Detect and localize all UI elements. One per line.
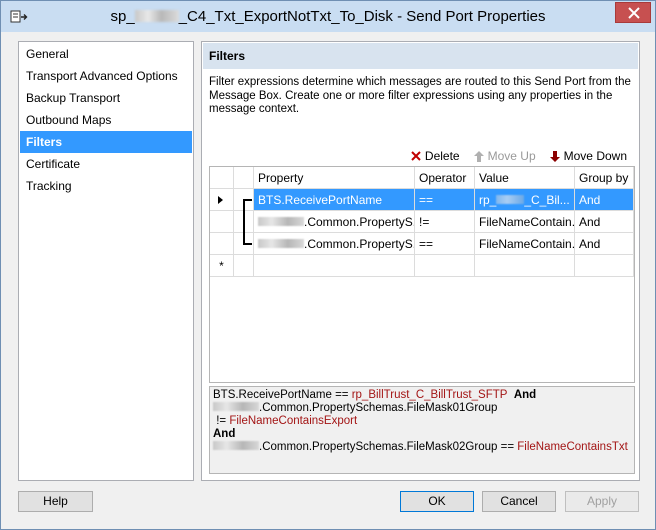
operator-cell[interactable] (415, 255, 475, 277)
move-down-label: Move Down (563, 149, 627, 163)
value-cell[interactable]: rp_ _C_Bil... (475, 189, 575, 211)
dialog-client-area: General Transport Advanced Options Backu… (8, 32, 648, 522)
summary-property: .Common.PropertySchemas.FileMask01Group (259, 402, 498, 414)
apply-button[interactable]: Apply (565, 491, 639, 512)
row-header-corner (210, 167, 234, 189)
delete-icon (411, 151, 421, 161)
nav-item-filters[interactable]: Filters (20, 131, 192, 153)
property-suffix: .Common.PropertyS... (304, 215, 415, 229)
summary-operator: == (497, 441, 518, 453)
close-button[interactable] (615, 2, 651, 23)
move-up-button[interactable]: Move Up (473, 148, 536, 164)
new-row[interactable]: * (210, 255, 634, 277)
summary-operator: == (331, 389, 352, 401)
filter-toolbar: Delete Move Up Move Down (411, 148, 627, 164)
group-by-cell[interactable]: And (575, 211, 634, 233)
summary-value: FileNameContainsExport (229, 415, 358, 427)
group-bracket-cell (234, 255, 254, 277)
help-button[interactable]: Help (18, 491, 93, 512)
column-header-group-by[interactable]: Group by (575, 167, 634, 189)
value-cell[interactable]: FileNameContain... (475, 233, 575, 255)
panel-title: Filters (203, 43, 638, 69)
operator-cell[interactable]: != (415, 211, 475, 233)
group-column-header (234, 167, 254, 189)
nav-item-tracking[interactable]: Tracking (20, 175, 192, 197)
window-title: sp_ _C4_Txt_ExportNotTxt_To_Disk - Send P… (1, 1, 655, 32)
ok-button[interactable]: OK (400, 491, 474, 512)
value-cell[interactable] (475, 255, 575, 277)
settings-nav-list: General Transport Advanced Options Backu… (18, 41, 194, 481)
summary-property: .Common.PropertySchemas.FileMask02Group (259, 441, 498, 453)
property-cell[interactable]: .Common.PropertyS... (254, 233, 415, 255)
summary-line: .Common.PropertySchemas.FileMask01Group … (213, 402, 631, 428)
redacted-text (213, 402, 259, 411)
nav-item-general[interactable]: General (20, 43, 192, 65)
summary-keyword: And (513, 389, 537, 401)
filter-expressions-grid: Property Operator Value Group by BTS.Rec… (209, 166, 635, 383)
row-selector[interactable] (210, 211, 234, 233)
value-prefix: rp_ (479, 193, 497, 207)
operator-cell[interactable]: == (415, 233, 475, 255)
property-cell[interactable]: BTS.ReceivePortName (254, 189, 415, 211)
value-cell[interactable]: FileNameContain... (475, 211, 575, 233)
title-bar: sp_ _C4_Txt_ExportNotTxt_To_Disk - Send P… (1, 1, 655, 32)
new-row-marker: * (210, 255, 234, 277)
nav-item-certificate[interactable]: Certificate (20, 153, 192, 175)
redacted-text (258, 239, 304, 248)
group-bracket-icon (243, 199, 252, 245)
summary-line: BTS.ReceivePortName == rp_BillTrust_C_Bi… (213, 389, 631, 402)
nav-item-backup-transport[interactable]: Backup Transport (20, 87, 192, 109)
arrow-down-icon (549, 150, 560, 162)
summary-property: BTS.ReceivePortName (213, 389, 332, 401)
summary-line: And (213, 428, 631, 441)
window-title-prefix: sp_ (110, 8, 135, 25)
summary-line: .Common.PropertySchemas.FileMask02Group … (213, 441, 631, 454)
property-cell[interactable] (254, 255, 415, 277)
close-icon (628, 7, 640, 19)
send-port-properties-window: sp_ _C4_Txt_ExportNotTxt_To_Disk - Send P… (0, 0, 656, 530)
value-suffix: _C_Bil... (524, 193, 570, 207)
nav-item-outbound-maps[interactable]: Outbound Maps (20, 109, 192, 131)
arrow-up-icon (473, 150, 484, 162)
current-row-arrow-icon (218, 196, 223, 204)
window-title-suffix: _C4_Txt_ExportNotTxt_To_Disk - Send Port… (178, 8, 546, 25)
group-by-cell[interactable]: And (575, 233, 634, 255)
table-row[interactable]: .Common.PropertyS... != FileNameContain.… (210, 211, 634, 233)
row-selector[interactable] (210, 233, 234, 255)
operator-cell[interactable]: == (415, 189, 475, 211)
summary-keyword: And (213, 428, 236, 440)
table-row[interactable]: BTS.ReceivePortName == rp_ _C_Bil... And (210, 189, 634, 211)
redacted-text (134, 10, 179, 22)
group-by-cell[interactable]: And (575, 189, 634, 211)
column-header-property[interactable]: Property (254, 167, 415, 189)
column-header-value[interactable]: Value (475, 167, 575, 189)
row-selector[interactable] (210, 189, 234, 211)
redacted-text (258, 217, 304, 226)
summary-value: FileNameContainsTxt (517, 441, 628, 453)
nav-item-transport-advanced-options[interactable]: Transport Advanced Options (20, 65, 192, 87)
panel-description: Filter expressions determine which messa… (209, 76, 631, 115)
move-up-label: Move Up (487, 149, 536, 163)
summary-value: rp_BillTrust_C_BillTrust_SFTP (351, 389, 508, 401)
move-down-button[interactable]: Move Down (549, 148, 627, 164)
delete-label: Delete (424, 149, 460, 163)
summary-operator: != (213, 415, 230, 427)
delete-button[interactable]: Delete (411, 148, 460, 164)
group-by-cell[interactable] (575, 255, 634, 277)
table-row[interactable]: .Common.PropertyS... == FileNameContain.… (210, 233, 634, 255)
property-cell[interactable]: .Common.PropertyS... (254, 211, 415, 233)
filters-panel: Filters Filter expressions determine whi… (201, 41, 640, 481)
redacted-text (496, 195, 525, 204)
column-header-operator[interactable]: Operator (415, 167, 475, 189)
redacted-text (213, 441, 259, 450)
filter-expression-summary: BTS.ReceivePortName == rp_BillTrust_C_Bi… (209, 386, 635, 474)
cancel-button[interactable]: Cancel (482, 491, 556, 512)
property-suffix: .Common.PropertyS... (304, 237, 415, 251)
